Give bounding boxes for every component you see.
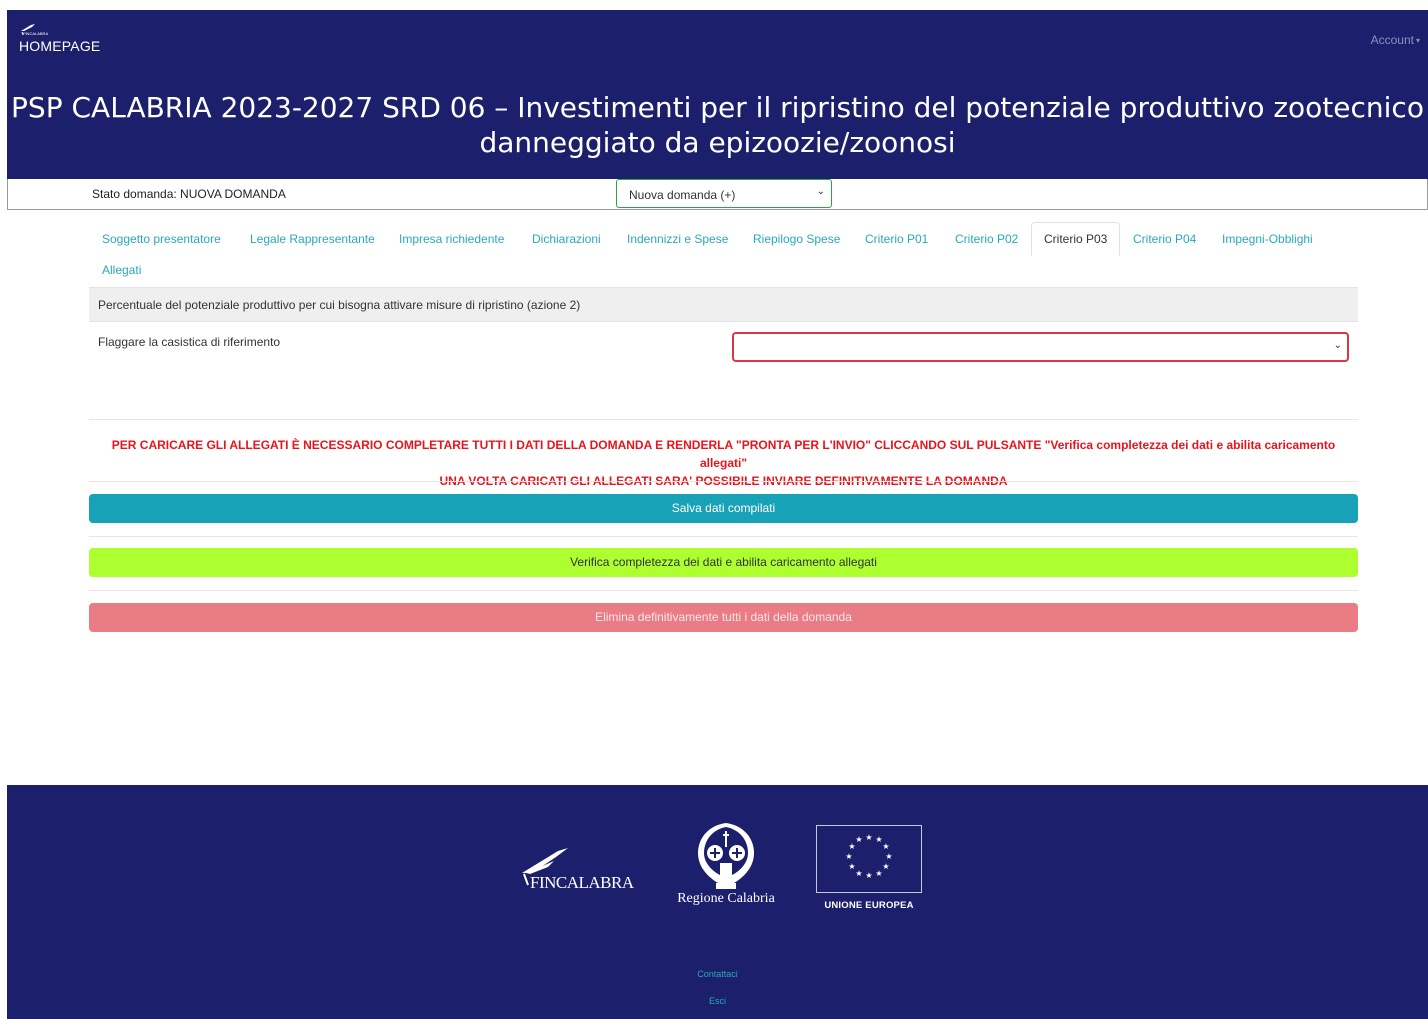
eu-stars-icon: ★ ★★ ★★★ ★★★ ★★★ bbox=[845, 833, 892, 880]
account-label[interactable]: Account bbox=[1371, 33, 1414, 47]
casistica-select[interactable]: ⌄ bbox=[732, 332, 1349, 362]
divider bbox=[89, 536, 1358, 537]
status-bar: Stato domanda: NUOVA DOMANDA Nuova doman… bbox=[7, 179, 1428, 210]
tab-impegni-obblighi[interactable]: Impegni-Obblighi bbox=[1222, 232, 1313, 246]
title-line-1: PSP CALABRIA 2023-2027 SRD 06 – Investim… bbox=[11, 91, 1424, 124]
regione-calabria-text: Regione Calabria bbox=[677, 891, 775, 906]
tab-impresa-richiedente[interactable]: Impresa richiedente bbox=[399, 232, 504, 246]
svg-text:★: ★ bbox=[855, 835, 862, 844]
chevron-down-icon: ⌄ bbox=[816, 186, 825, 197]
tab-dichiarazioni[interactable]: Dichiarazioni bbox=[532, 232, 601, 246]
tab-soggetto-presentatore[interactable]: Soggetto presentatore bbox=[102, 232, 221, 246]
brand-small-text: FINCALABRA bbox=[23, 31, 48, 36]
unione-europea-text: UNIONE EUROPEA bbox=[824, 900, 914, 911]
contattaci-link[interactable]: Contattaci bbox=[7, 969, 1428, 979]
delete-button[interactable]: Elimina definitivamente tutti i dati del… bbox=[89, 603, 1358, 632]
esci-link[interactable]: Esci bbox=[7, 996, 1428, 1006]
svg-text:★: ★ bbox=[865, 833, 872, 842]
account-menu[interactable]: Account ▾ bbox=[1371, 33, 1420, 47]
domanda-select[interactable]: Nuova domanda (+) ⌄ bbox=[616, 179, 832, 208]
flag-casistica-label: Flaggare la casistica di riferimento bbox=[98, 335, 281, 349]
regione-calabria-emblem-icon bbox=[698, 823, 754, 889]
warning-line-1: PER CARICARE GLI ALLEGATI È NECESSARIO C… bbox=[111, 438, 1336, 470]
tab-criterio-p04[interactable]: Criterio P04 bbox=[1133, 232, 1196, 246]
divider bbox=[89, 590, 1358, 591]
chevron-down-icon: ⌄ bbox=[1333, 340, 1342, 351]
section-heading: Percentuale del potenziale produttivo pe… bbox=[89, 287, 1358, 322]
svg-text:★: ★ bbox=[855, 869, 862, 878]
svg-text:★: ★ bbox=[875, 869, 882, 878]
title-line-2: danneggiato da epizoozie/zoonosi bbox=[479, 126, 956, 159]
tab-indennizzi-e-spese[interactable]: Indennizzi e Spese bbox=[627, 232, 728, 246]
svg-text:★: ★ bbox=[848, 862, 855, 871]
fincalabra-logo-icon: FINCALABRA bbox=[21, 24, 48, 36]
tab-criterio-p02[interactable]: Criterio P02 bbox=[955, 232, 1018, 246]
domanda-select-value: Nuova domanda (+) bbox=[629, 188, 736, 202]
homepage-label[interactable]: HOMEPAGE bbox=[19, 38, 100, 54]
tab-legale-rappresentante[interactable]: Legale Rappresentante bbox=[250, 232, 375, 246]
tab-criterio-p03[interactable]: Criterio P03 bbox=[1031, 222, 1121, 256]
stato-domanda-label: Stato domanda: NUOVA DOMANDA bbox=[92, 187, 286, 201]
tab-allegati[interactable]: Allegati bbox=[102, 263, 141, 277]
svg-text:★: ★ bbox=[882, 842, 889, 851]
svg-text:★: ★ bbox=[845, 852, 852, 861]
save-button[interactable]: Salva dati compilati bbox=[89, 494, 1358, 523]
fincalabra-logo-text: FINCALABRA bbox=[530, 873, 634, 892]
caret-down-icon: ▾ bbox=[1415, 36, 1420, 46]
verify-button[interactable]: Verifica completezza dei dati e abilita … bbox=[89, 548, 1358, 577]
tab-riepilogo-spese[interactable]: Riepilogo Spese bbox=[753, 232, 840, 246]
page-title: PSP CALABRIA 2023-2027 SRD 06 – Investim… bbox=[7, 90, 1428, 160]
svg-text:★: ★ bbox=[882, 862, 889, 871]
eu-flag: ★ ★ ★ ★ ★ ★ ★ ★ ★ ★ ★ ★ bbox=[816, 825, 922, 893]
svg-text:★: ★ bbox=[865, 871, 872, 880]
footer: FINCALABRA Regione Calabria ★ ★ ★ ★ ★ ★ ★ ★ ★ … bbox=[7, 785, 1428, 1019]
tab-criterio-p01[interactable]: Criterio P01 bbox=[865, 232, 928, 246]
divider bbox=[89, 481, 1358, 482]
svg-text:★: ★ bbox=[885, 852, 892, 861]
header: FINCALABRA HOMEPAGE Account ▾ PSP CALABRI… bbox=[7, 10, 1428, 179]
homepage-link[interactable]: FINCALABRA HOMEPAGE bbox=[19, 22, 100, 54]
divider bbox=[89, 419, 1358, 420]
